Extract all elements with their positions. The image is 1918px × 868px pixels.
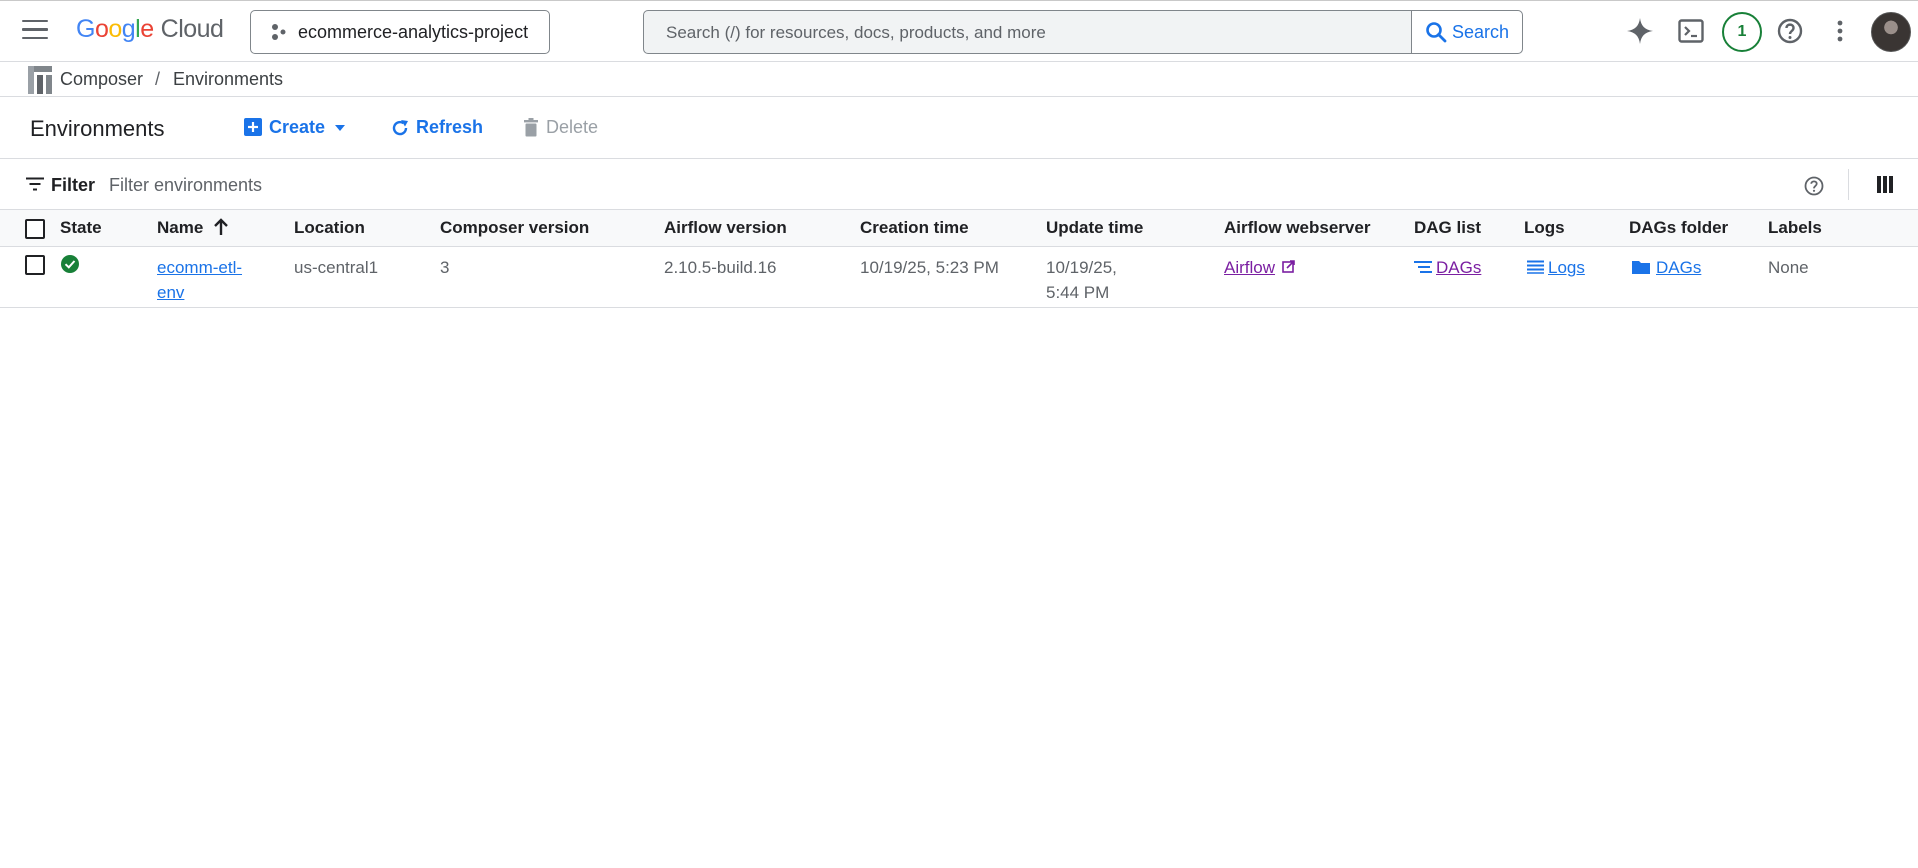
- environment-name-link[interactable]: ecomm-etl- env: [157, 255, 242, 305]
- update-time-line1: 10/19/25,: [1046, 258, 1117, 277]
- column-header-dag-list[interactable]: DAG list: [1414, 218, 1481, 238]
- update-time-line2: 5:44 PM: [1046, 283, 1110, 302]
- column-header-location[interactable]: Location: [294, 218, 365, 238]
- environment-name-line2: env: [157, 283, 185, 302]
- breadcrumb: Composer / Environments: [0, 62, 1918, 97]
- main-menu-icon[interactable]: [22, 20, 48, 42]
- search-icon: [1426, 22, 1447, 43]
- search-box[interactable]: Search (/) for resources, docs, products…: [643, 10, 1523, 54]
- project-name: ecommerce-analytics-project: [298, 22, 529, 42]
- column-header-dags-folder[interactable]: DAGs folder: [1629, 218, 1728, 238]
- breadcrumb-composer[interactable]: Composer: [60, 69, 143, 90]
- filter-label[interactable]: Filter: [51, 175, 95, 196]
- column-header-composer-version[interactable]: Composer version: [440, 218, 589, 238]
- labels-cell: None: [1768, 258, 1809, 277]
- creation-time-cell: 10/19/25, 5:23 PM: [860, 258, 999, 277]
- dags-folder-label: DAGs: [1656, 258, 1702, 277]
- column-header-airflow-webserver[interactable]: Airflow webserver: [1224, 218, 1370, 238]
- cloud-shell-terminal-icon[interactable]: [1676, 16, 1706, 46]
- search-button[interactable]: Search: [1411, 11, 1522, 53]
- column-header-labels[interactable]: Labels: [1768, 218, 1822, 238]
- gemini-sparkle-icon[interactable]: [1625, 16, 1655, 46]
- environment-name-line1: ecomm-etl-: [157, 258, 243, 277]
- column-header-name[interactable]: Name: [157, 218, 228, 238]
- delete-button-label: Delete: [546, 117, 599, 137]
- update-time-cell: 10/19/25, 5:44 PM: [1046, 255, 1117, 305]
- add-box-icon: [244, 118, 262, 136]
- composer-logo-icon: [28, 66, 52, 94]
- create-button-label: Create: [269, 117, 326, 137]
- column-header-creation-time[interactable]: Creation time: [860, 218, 969, 238]
- page-title: Environments: [30, 116, 165, 141]
- dag-list-link[interactable]: DAGs: [1414, 255, 1481, 280]
- logs-link[interactable]: Logs: [1527, 255, 1585, 280]
- more-options-icon[interactable]: [1825, 16, 1855, 46]
- row-checkbox[interactable]: [25, 255, 45, 275]
- product-name: Cloud: [160, 15, 224, 43]
- search-button-label: Search: [1452, 22, 1510, 42]
- select-all-checkbox[interactable]: [25, 219, 45, 239]
- account-avatar[interactable]: [1871, 12, 1911, 52]
- airflow-webserver-label: Airflow: [1224, 258, 1276, 277]
- column-header-name-label: Name: [157, 218, 204, 237]
- column-header-logs[interactable]: Logs: [1524, 218, 1565, 238]
- airflow-webserver-link[interactable]: Airflow: [1224, 255, 1295, 280]
- help-icon[interactable]: [1803, 175, 1825, 197]
- notifications-badge[interactable]: 1: [1722, 12, 1762, 52]
- refresh-button-label: Refresh: [416, 117, 484, 137]
- sort-ascending-icon: [214, 218, 228, 235]
- project-icon: [272, 24, 286, 40]
- status-ok-icon: [61, 255, 79, 273]
- search-input[interactable]: Search (/) for resources, docs, products…: [666, 23, 1046, 43]
- dropdown-arrow-icon: [335, 125, 346, 132]
- column-display-options-icon[interactable]: [1877, 176, 1893, 193]
- top-navigation-bar: Google Cloud ecommerce-analytics-project …: [0, 0, 1918, 62]
- breadcrumb-environments[interactable]: Environments: [173, 69, 283, 90]
- column-header-update-time[interactable]: Update time: [1046, 218, 1143, 238]
- composer-version-cell: 3: [440, 258, 450, 277]
- table-header-row: State Name Location Composer version Air…: [0, 210, 1918, 247]
- airflow-version-cell: 2.10.5-build.16: [664, 258, 777, 277]
- location-cell: us-central1: [294, 258, 379, 277]
- refresh-icon: [392, 120, 408, 136]
- filter-bar: Filter Filter environments: [0, 159, 1918, 210]
- filter-list-icon[interactable]: [26, 177, 44, 191]
- toolbar-divider: [1848, 169, 1849, 200]
- delete-button[interactable]: Delete: [523, 117, 598, 138]
- logs-icon: [1527, 260, 1544, 274]
- column-header-state[interactable]: State: [60, 218, 102, 238]
- trash-icon: [524, 118, 538, 137]
- page-header: Environments Create Refresh Delete: [0, 97, 1918, 159]
- dag-list-label: DAGs: [1436, 258, 1482, 277]
- open-in-new-icon: [1281, 260, 1295, 273]
- dag-list-icon: [1414, 261, 1432, 273]
- logs-label: Logs: [1548, 258, 1585, 277]
- column-header-airflow-version[interactable]: Airflow version: [664, 218, 787, 238]
- filter-input[interactable]: Filter environments: [109, 175, 262, 196]
- breadcrumb-separator: /: [155, 69, 161, 89]
- google-cloud-logo[interactable]: Google Cloud: [76, 15, 224, 44]
- refresh-button[interactable]: Refresh: [390, 117, 483, 138]
- dags-folder-link[interactable]: DAGs: [1632, 255, 1701, 280]
- help-icon[interactable]: [1775, 16, 1805, 46]
- folder-icon: [1632, 261, 1650, 274]
- table-row: ecomm-etl- env us-central1 3 2.10.5-buil…: [0, 247, 1918, 308]
- project-picker[interactable]: ecommerce-analytics-project: [250, 10, 550, 54]
- create-button[interactable]: Create: [244, 117, 346, 138]
